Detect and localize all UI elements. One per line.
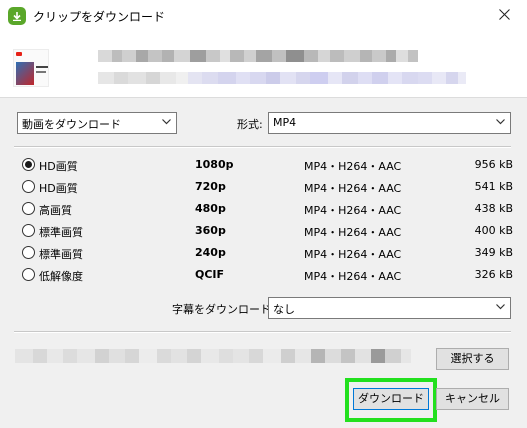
quality-codec: MP4・H264・AAC	[304, 226, 402, 239]
quality-codec: MP4・H264・AAC	[304, 204, 402, 217]
radio-button[interactable]	[22, 202, 35, 215]
subtitles-value: なし	[273, 303, 295, 316]
radio-button[interactable]	[22, 268, 35, 281]
radio-button[interactable]	[22, 180, 35, 193]
format-label: 形式:	[237, 118, 263, 131]
quality-resolution: 360p	[195, 224, 226, 237]
quality-size: 326 kB	[474, 268, 513, 281]
quality-label: 標準画質	[39, 226, 83, 239]
video-info-header	[0, 32, 527, 98]
chevron-down-icon	[496, 119, 505, 125]
format-value: MP4	[273, 116, 297, 129]
close-icon	[499, 9, 510, 20]
quality-label: 高画質	[39, 204, 72, 217]
window-title: クリップをダウンロード	[33, 10, 166, 24]
quality-option[interactable]: HD画質 1080p MP4・H264・AAC 956 kB	[18, 155, 513, 175]
quality-option[interactable]: 標準画質 240p MP4・H264・AAC 349 kB	[18, 243, 513, 263]
download-type-select[interactable]: 動画をダウンロード	[17, 112, 177, 134]
video-url-blurred	[98, 72, 476, 84]
quality-label: HD画質	[39, 182, 78, 195]
quality-label: 低解像度	[39, 270, 83, 283]
quality-size: 400 kB	[474, 224, 513, 237]
quality-resolution: 240p	[195, 246, 226, 259]
quality-codec: MP4・H264・AAC	[304, 270, 402, 283]
quality-label: HD画質	[39, 160, 78, 173]
quality-resolution: 1080p	[195, 158, 234, 171]
title-bar: クリップをダウンロード	[0, 0, 527, 32]
radio-button[interactable]	[22, 158, 35, 171]
format-select[interactable]: MP4	[268, 112, 511, 134]
close-button[interactable]	[483, 0, 527, 30]
separator	[14, 331, 511, 333]
quality-option[interactable]: 標準画質 360p MP4・H264・AAC 400 kB	[18, 221, 513, 241]
subtitles-select[interactable]: なし	[268, 297, 511, 319]
quality-codec: MP4・H264・AAC	[304, 160, 402, 173]
subtitles-label: 字幕をダウンロード:	[172, 303, 275, 316]
quality-resolution: QCIF	[195, 268, 225, 281]
radio-button[interactable]	[22, 246, 35, 259]
download-button[interactable]: ダウンロード	[353, 388, 429, 410]
separator	[14, 146, 511, 148]
quality-size: 956 kB	[474, 158, 513, 171]
video-title-blurred	[98, 50, 458, 62]
chevron-down-icon	[162, 119, 171, 125]
quality-codec: MP4・H264・AAC	[304, 182, 402, 195]
quality-codec: MP4・H264・AAC	[304, 248, 402, 261]
quality-option[interactable]: 低解像度 QCIF MP4・H264・AAC 326 kB	[18, 265, 513, 285]
select-folder-button[interactable]: 選択する	[436, 348, 509, 370]
chevron-down-icon	[496, 304, 505, 310]
quality-resolution: 480p	[195, 202, 226, 215]
quality-option[interactable]: HD画質 720p MP4・H264・AAC 541 kB	[18, 177, 513, 197]
quality-label: 標準画質	[39, 248, 83, 261]
radio-button[interactable]	[22, 224, 35, 237]
quality-size: 438 kB	[474, 202, 513, 215]
save-path-blurred	[15, 349, 427, 363]
download-app-icon	[8, 7, 26, 25]
quality-option[interactable]: 高画質 480p MP4・H264・AAC 438 kB	[18, 199, 513, 219]
cancel-button[interactable]: キャンセル	[436, 388, 509, 410]
video-thumbnail	[13, 49, 49, 87]
quality-resolution: 720p	[195, 180, 226, 193]
quality-size: 349 kB	[474, 246, 513, 259]
quality-size: 541 kB	[474, 180, 513, 193]
download-type-value: 動画をダウンロード	[22, 118, 121, 131]
